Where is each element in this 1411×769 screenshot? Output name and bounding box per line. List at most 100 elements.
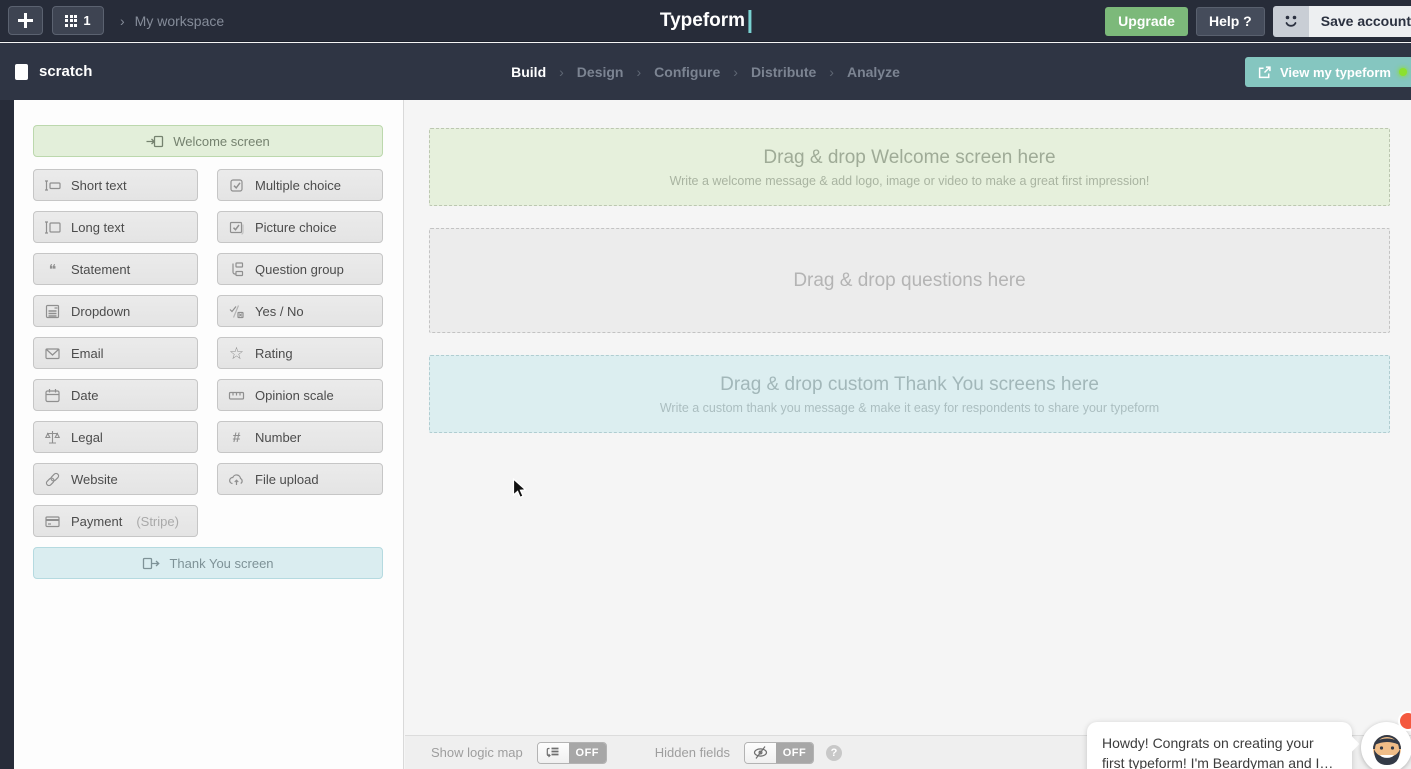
tab-configure[interactable]: Configure	[654, 64, 720, 80]
upgrade-button[interactable]: Upgrade	[1105, 6, 1188, 36]
eye-slash-icon	[744, 742, 776, 763]
field-label: Number	[255, 429, 302, 445]
help-button[interactable]: Help ?	[1195, 6, 1265, 36]
hash-icon: #	[232, 429, 241, 445]
new-typeform-button[interactable]	[8, 6, 43, 35]
logic-map-icon	[537, 742, 569, 763]
chevron-icon: ›	[120, 12, 125, 29]
workspace-count: 1	[83, 13, 91, 28]
drop-zone-title: Drag & drop questions here	[793, 269, 1026, 291]
tab-design[interactable]: Design	[577, 64, 624, 80]
questions-drop-zone[interactable]: Drag & drop questions here	[429, 228, 1390, 333]
grid-icon	[65, 14, 78, 27]
envelope-icon	[45, 347, 60, 359]
left-dark-rail	[0, 100, 14, 769]
calendar-icon	[45, 388, 60, 402]
field-type-grid: Short text Multiple choice Long text Pic…	[33, 169, 383, 579]
logic-map-label: Show logic map	[431, 745, 523, 760]
field-short-text[interactable]: Short text	[33, 169, 198, 201]
help-circle-icon[interactable]: ?	[825, 744, 842, 761]
field-multiple-choice[interactable]: Multiple choice	[217, 169, 383, 201]
field-label: File upload	[255, 471, 319, 487]
field-payment[interactable]: Payment (Stripe)	[33, 505, 198, 537]
save-account-label: Save account	[1308, 5, 1411, 37]
thank-you-screen-button[interactable]: Thank You screen	[33, 547, 383, 579]
field-label: Multiple choice	[255, 177, 341, 193]
field-file-upload[interactable]: File upload	[217, 463, 383, 495]
field-email[interactable]: Email	[33, 337, 198, 369]
thank-you-screen-label: Thank You screen	[169, 555, 274, 571]
field-label: Yes / No	[255, 303, 304, 319]
field-date[interactable]: Date	[33, 379, 198, 411]
dropdown-icon	[45, 304, 60, 318]
field-label: Payment	[71, 513, 123, 529]
field-statement[interactable]: ❝ Statement	[33, 253, 198, 285]
field-number[interactable]: # Number	[217, 421, 383, 453]
field-dropdown[interactable]: Dropdown	[33, 295, 198, 327]
live-status-dot	[1399, 68, 1407, 76]
link-icon	[45, 472, 60, 486]
drop-zone-subtitle: Write a welcome message & add logo, imag…	[669, 173, 1150, 188]
tab-distribute[interactable]: Distribute	[751, 64, 816, 80]
field-opinion-scale[interactable]: Opinion scale	[217, 379, 383, 411]
tab-analyze[interactable]: Analyze	[847, 64, 900, 80]
chevron-icon: ›	[829, 63, 834, 80]
field-label: Question group	[255, 261, 344, 277]
field-rating[interactable]: ☆ Rating	[217, 337, 383, 369]
hidden-fields-toggle-state: OFF	[775, 742, 813, 763]
drop-zone-subtitle: Write a custom thank you message & make …	[659, 400, 1160, 415]
form-canvas: Drag & drop Welcome screen here Write a …	[405, 100, 1411, 769]
field-palette-sidebar: Welcome screen Short text Multiple choic…	[14, 100, 404, 769]
workspace-link[interactable]: My workspace	[135, 13, 224, 29]
chevron-icon: ›	[636, 63, 642, 80]
field-yes-no[interactable]: Yes / No	[217, 295, 383, 327]
chat-message-bubble[interactable]: Howdy! Congrats on creating your first t…	[1087, 722, 1352, 769]
star-icon: ☆	[228, 343, 245, 363]
field-picture-choice[interactable]: Picture choice	[217, 211, 383, 243]
field-label: Legal	[71, 429, 103, 445]
short-text-icon	[45, 179, 61, 191]
statement-quote-icon: ❝	[48, 261, 57, 277]
view-my-typeform-button[interactable]: View my typeform	[1244, 57, 1411, 87]
field-legal[interactable]: Legal	[33, 421, 198, 453]
logic-map-toggle[interactable]: OFF	[536, 741, 607, 764]
form-identity: scratch	[0, 63, 92, 80]
field-label: Date	[71, 387, 99, 403]
scales-icon	[44, 430, 61, 444]
credit-card-icon	[45, 515, 60, 527]
field-label: Opinion scale	[255, 387, 334, 403]
logic-map-toggle-state: OFF	[568, 742, 606, 763]
form-title-text: Typeform	[659, 10, 746, 31]
workspace-grid-button[interactable]: 1	[52, 6, 104, 35]
welcome-drop-zone[interactable]: Drag & drop Welcome screen here Write a …	[429, 128, 1390, 206]
yes-no-icon	[229, 304, 244, 318]
tab-build[interactable]: Build	[511, 64, 546, 80]
chat-message-line2: first typeform! I'm Beardyman and I…	[1102, 755, 1334, 769]
plus-icon	[18, 13, 33, 28]
external-link-icon	[1258, 65, 1271, 78]
thank-you-drop-zone[interactable]: Drag & drop custom Thank You screens her…	[429, 355, 1390, 433]
breadcrumb: › My workspace	[120, 13, 224, 29]
welcome-screen-label: Welcome screen	[173, 133, 270, 149]
form-title-input[interactable]: Typeform	[659, 0, 752, 42]
arrow-out-of-box-icon	[143, 557, 161, 569]
field-label: Email	[71, 345, 104, 361]
chevron-icon: ›	[733, 63, 738, 80]
field-website[interactable]: Website	[33, 463, 198, 495]
hidden-fields-label: Hidden fields	[654, 745, 730, 760]
form-name: scratch	[39, 63, 93, 80]
grid-spacer	[217, 505, 383, 537]
drop-zone-title: Drag & drop custom Thank You screens her…	[720, 373, 1099, 395]
field-label: Dropdown	[71, 303, 131, 319]
form-page-icon	[15, 63, 28, 80]
welcome-screen-button[interactable]: Welcome screen	[33, 125, 383, 157]
field-long-text[interactable]: Long text	[33, 211, 198, 243]
field-question-group[interactable]: Question group	[217, 253, 383, 285]
field-payment-suffix: (Stripe)	[136, 513, 179, 529]
save-account-button[interactable]: Save account	[1272, 5, 1411, 37]
chevron-icon: ›	[559, 63, 564, 80]
beardyman-avatar-icon	[1365, 726, 1408, 769]
smiley-icon	[1272, 5, 1309, 37]
build-flow-tabs: Build › Design › Configure › Distribute …	[511, 64, 900, 80]
hidden-fields-toggle[interactable]: OFF	[743, 741, 814, 764]
